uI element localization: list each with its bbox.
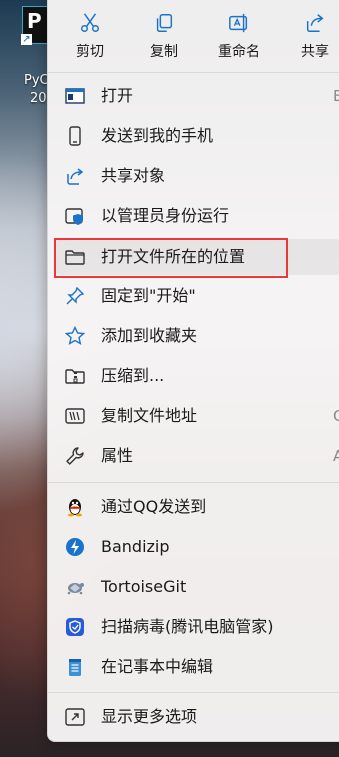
menu-item-label: 固定到"开始" <box>101 286 196 305</box>
pycharm-logo-icon: P <box>27 9 42 33</box>
menu-item-label: 打开 <box>101 86 134 105</box>
rename-icon <box>229 13 248 33</box>
menu-item-properties[interactable]: 属性 A <box>56 438 339 474</box>
menu-item-share-object[interactable]: 共享对象 <box>56 158 339 194</box>
copy-path-icon <box>65 408 85 424</box>
menu-item-bandizip[interactable]: Bandizip <box>56 529 339 565</box>
accelerator-key: E <box>333 87 339 105</box>
menu-item-virus-scan[interactable]: 扫描病毒(腾讯电脑管家) <box>56 609 339 645</box>
security-shield-icon <box>66 618 84 636</box>
accelerator-key: A <box>333 447 339 465</box>
menu-item-label: 共享对象 <box>101 166 166 185</box>
context-menu: 剪切 复制 重命名 共享 打开 E 发送到我的手机 共享对象 以管理员身份运行 … <box>47 0 339 742</box>
menu-item-show-more-options[interactable]: 显示更多选项 <box>56 699 339 735</box>
scissors-icon <box>81 13 99 32</box>
rename-button[interactable]: 重命名 <box>204 6 274 66</box>
copy-label: 复制 <box>150 44 178 60</box>
menu-item-label: 添加到收藏夹 <box>101 326 198 345</box>
menu-item-label: 扫描病毒(腾讯电脑管家) <box>101 617 274 636</box>
more-options-icon <box>65 708 85 726</box>
menu-item-label: 显示更多选项 <box>101 707 198 726</box>
share-icon <box>67 168 84 185</box>
notepad-icon <box>69 659 81 676</box>
menu-item-copy-path[interactable]: 复制文件地址 C <box>56 398 339 434</box>
menu-item-label: 以管理员身份运行 <box>101 206 230 225</box>
menu-item-tortoisegit[interactable]: TortoiseGit <box>56 569 339 605</box>
menu-item-open[interactable]: 打开 E <box>56 78 339 114</box>
menu-item-label: 在记事本中编辑 <box>101 657 214 676</box>
menu-item-label: 属性 <box>101 446 134 465</box>
share-button[interactable]: 共享 <box>280 6 339 66</box>
menu-item-label: TortoiseGit <box>101 577 187 596</box>
divider <box>48 692 339 693</box>
menu-item-label: 复制文件地址 <box>101 406 198 425</box>
divider <box>48 72 339 73</box>
menu-item-send-to-phone[interactable]: 发送到我的手机 <box>56 118 339 154</box>
cut-button[interactable]: 剪切 <box>55 6 125 66</box>
menu-item-edit-in-notepad[interactable]: 在记事本中编辑 <box>56 649 339 685</box>
admin-shield-icon <box>65 208 83 225</box>
folder-icon <box>65 250 85 265</box>
copy-icon <box>156 14 173 32</box>
menu-item-label: Bandizip <box>101 537 170 556</box>
pin-icon <box>66 286 85 305</box>
shortcut-arrow-icon: ↗ <box>21 34 32 45</box>
accelerator-key: C <box>333 407 339 425</box>
wrench-icon <box>66 447 84 465</box>
tortoisegit-icon <box>67 583 84 595</box>
menu-item-label: 通过QQ发送到 <box>101 497 207 516</box>
share-icon <box>306 14 324 32</box>
menu-item-label: 发送到我的手机 <box>101 126 214 145</box>
open-window-icon <box>65 88 85 104</box>
share-label: 共享 <box>301 44 329 60</box>
rename-label: 重命名 <box>218 44 260 60</box>
context-menu-toolbar: 剪切 复制 重命名 共享 <box>48 0 339 68</box>
qq-penguin-icon <box>68 499 82 517</box>
divider <box>48 482 339 483</box>
cut-label: 剪切 <box>76 44 104 60</box>
menu-item-label: 压缩到... <box>101 366 165 385</box>
menu-item-pin-to-start[interactable]: 固定到"开始" <box>56 278 339 314</box>
menu-item-open-file-location[interactable]: 打开文件所在的位置 <box>56 239 339 275</box>
menu-item-add-to-favorites[interactable]: 添加到收藏夹 <box>56 318 339 354</box>
zip-folder-icon <box>65 369 85 384</box>
bandizip-icon <box>66 538 84 556</box>
copy-button[interactable]: 复制 <box>129 6 199 66</box>
pycharm-desktop-icon[interactable]: P ↗ <box>21 6 48 45</box>
menu-item-send-via-qq[interactable]: 通过QQ发送到 <box>56 489 339 525</box>
phone-icon <box>69 126 81 146</box>
menu-item-label: 打开文件所在的位置 <box>101 247 246 266</box>
menu-item-run-as-admin[interactable]: 以管理员身份运行 <box>56 198 339 234</box>
menu-item-compress-to[interactable]: 压缩到... <box>56 358 339 394</box>
star-icon <box>65 326 85 345</box>
